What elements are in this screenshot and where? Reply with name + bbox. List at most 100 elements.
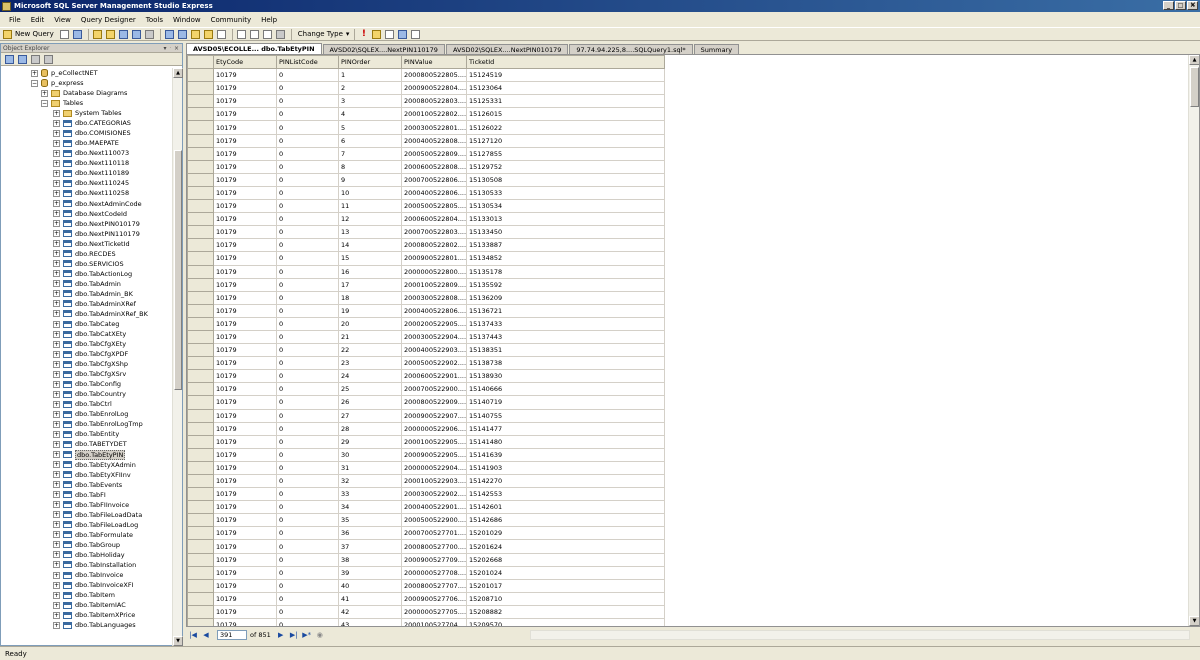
tree-node[interactable]: − p_express [31, 78, 84, 88]
row-selector[interactable] [187, 133, 214, 148]
expand-icon[interactable]: + [53, 350, 60, 358]
expand-icon[interactable]: + [53, 240, 60, 248]
grid-cell[interactable]: 2000900527709.... [400, 552, 468, 567]
grid-cell[interactable]: 39 [338, 565, 402, 580]
tree-node[interactable]: − Tables [41, 98, 83, 108]
grid-cell[interactable]: 15133450 [466, 225, 666, 240]
tree-node[interactable]: + dbo.TabFIInvoice [53, 500, 129, 510]
tree-node[interactable]: + dbo.TabCatXEty [53, 329, 126, 339]
open-2-button[interactable] [105, 29, 116, 40]
grid-cell[interactable]: 2000300522904.... [400, 329, 468, 345]
new-file-button[interactable] [59, 29, 70, 40]
expand-icon[interactable]: + [53, 220, 60, 228]
expand-icon[interactable]: + [53, 511, 60, 519]
grid-cell[interactable]: 29 [338, 434, 402, 449]
grid-cell[interactable]: 11 [338, 199, 402, 214]
save-button[interactable] [118, 29, 129, 40]
grid-cell[interactable]: 0 [276, 146, 339, 161]
grid-cell[interactable]: 15209570 [466, 618, 666, 626]
grid-cell[interactable]: 0 [276, 199, 339, 214]
tree-node[interactable]: + dbo.MAEPATE [53, 138, 119, 148]
grid-cell[interactable]: 15142601 [466, 500, 666, 515]
minimize-button[interactable]: _ [1163, 1, 1174, 10]
grid-cell[interactable]: 2000400522901.... [400, 500, 468, 515]
grid-cell[interactable]: 2000300522801.... [400, 120, 468, 135]
grid-cell[interactable]: 2000800527707.... [400, 578, 468, 593]
expand-icon[interactable]: + [53, 481, 60, 489]
expand-icon[interactable]: + [41, 89, 48, 97]
tree-node[interactable]: + dbo.TabInvoice [53, 570, 123, 580]
grid-cell[interactable]: 0 [276, 159, 339, 174]
grid-cell[interactable]: 0 [276, 329, 339, 345]
pin-icon[interactable]: ▾ ᛫ × [164, 45, 179, 52]
menu-window[interactable]: Window [168, 16, 206, 24]
expand-icon[interactable]: + [53, 420, 60, 428]
tree-node[interactable]: + dbo.TabCountry [53, 389, 126, 399]
grid-cell[interactable]: 10179 [213, 290, 277, 305]
tree-node[interactable]: + dbo.TabEntity [53, 429, 119, 439]
column-header[interactable]: TicketId [466, 55, 666, 70]
grid-cell[interactable]: 0 [276, 434, 339, 449]
grid-cell[interactable]: 2000100527704.... [400, 618, 468, 626]
expand-icon[interactable]: + [53, 501, 60, 509]
menu-tools[interactable]: Tools [141, 16, 168, 24]
grid-cell[interactable]: 0 [276, 356, 339, 371]
tree-node[interactable]: + dbo.NextAdminCode [53, 199, 142, 209]
new-query-db-button[interactable] [72, 29, 83, 40]
grid-cell[interactable]: 23 [338, 356, 402, 371]
grid-cell[interactable]: 5 [338, 120, 402, 135]
row-selector[interactable] [187, 369, 214, 384]
grid-cell[interactable]: 10179 [213, 277, 277, 292]
grid-horizontal-scrollbar[interactable] [530, 630, 1190, 640]
grid-cell[interactable]: 10179 [213, 604, 277, 620]
row-selector[interactable] [187, 316, 214, 331]
grid-cell[interactable]: 15208882 [466, 604, 666, 620]
grid-cell[interactable]: 15137443 [466, 329, 666, 345]
show-criteria-pane-button[interactable] [249, 29, 260, 40]
tree-node[interactable]: + dbo.NextTicketId [53, 239, 130, 249]
show-sql-pane-button[interactable] [262, 29, 273, 40]
grid-cell[interactable]: 0 [276, 290, 339, 305]
grid-cell[interactable]: 28 [338, 421, 402, 436]
tree-node[interactable]: + dbo.TabEnrolLog [53, 409, 128, 419]
grid-cell[interactable]: 10179 [213, 303, 277, 318]
row-selector[interactable] [187, 199, 214, 214]
grid-cell[interactable]: 12 [338, 212, 402, 227]
row-selector[interactable] [187, 604, 214, 620]
row-selector[interactable] [187, 447, 214, 462]
grid-cell[interactable]: 15141903 [466, 460, 666, 476]
grid-cell[interactable]: 10179 [213, 94, 277, 109]
previous-record-button[interactable]: ◀ [201, 630, 211, 640]
expand-icon[interactable]: + [53, 139, 60, 147]
grid-cell[interactable]: 2000300522808.... [400, 290, 468, 305]
expand-icon[interactable]: + [53, 310, 60, 318]
tree-node[interactable]: + dbo.NextCodeId [53, 209, 127, 219]
grid-cell[interactable]: 15202668 [466, 552, 666, 567]
document-tab[interactable]: Summary [693, 44, 740, 54]
row-selector[interactable] [187, 120, 214, 135]
grid-cell[interactable]: 0 [276, 133, 339, 148]
grid-cell[interactable]: 2000600522808.... [400, 159, 468, 174]
grid-cell[interactable]: 10179 [213, 251, 277, 266]
grid-cell[interactable]: 15138351 [466, 343, 666, 358]
grid-cell[interactable]: 15208710 [466, 591, 666, 606]
grid-cell[interactable]: 2000600522804.... [400, 212, 468, 227]
grid-cell[interactable]: 0 [276, 539, 339, 554]
grid-cell[interactable]: 30 [338, 447, 402, 462]
tree-node[interactable]: + dbo.TabCateg [53, 319, 119, 329]
grid-cell[interactable]: 2000000522800.... [400, 264, 468, 279]
row-selector[interactable] [187, 434, 214, 449]
grid-cell[interactable]: 43 [338, 618, 402, 626]
row-selector[interactable] [187, 618, 214, 626]
collapse-icon[interactable]: − [41, 99, 48, 107]
expand-icon[interactable]: + [53, 330, 60, 338]
first-record-button[interactable]: |◀ [188, 630, 198, 640]
row-selector[interactable] [187, 107, 214, 122]
grid-cell[interactable]: 21 [338, 329, 402, 345]
grid-cell[interactable]: 15141480 [466, 434, 666, 449]
expand-icon[interactable]: + [53, 390, 60, 398]
menu-edit[interactable]: Edit [26, 16, 50, 24]
menu-community[interactable]: Community [206, 16, 257, 24]
grid-cell[interactable]: 10179 [213, 159, 277, 174]
object-explorer-button[interactable] [177, 29, 188, 40]
